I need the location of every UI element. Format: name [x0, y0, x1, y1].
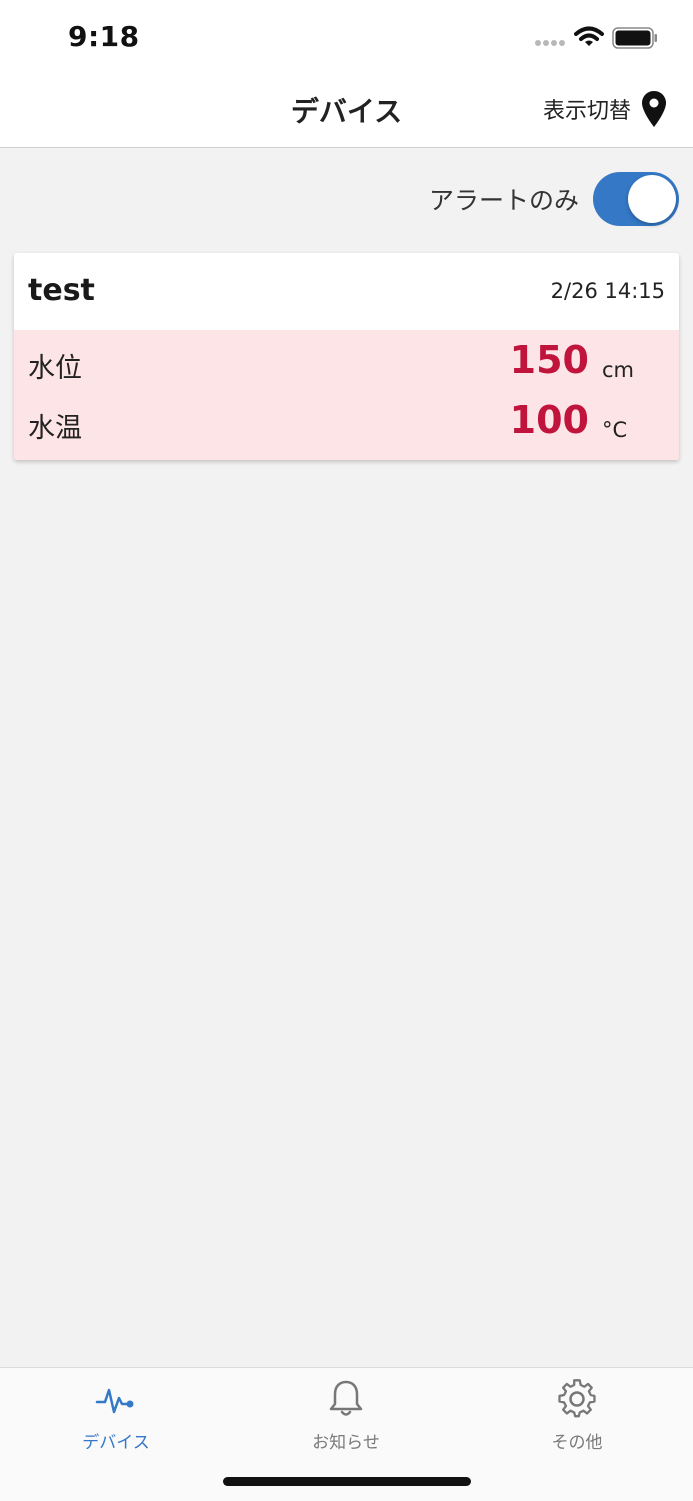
device-card[interactable]: test 2/26 14:15 水位 150 cm 水温 100 °C	[14, 253, 679, 460]
tab-label: デバイス	[82, 1433, 150, 1453]
wifi-icon	[574, 26, 604, 46]
map-pin-icon	[642, 91, 666, 127]
device-readings: 水位 150 cm 水温 100 °C	[14, 330, 679, 460]
reading-value: 100	[509, 398, 589, 442]
device-card-header: test 2/26 14:15	[14, 253, 679, 330]
toggle-knob	[628, 175, 676, 223]
tab-other[interactable]: その他	[497, 1378, 657, 1453]
reading-label: 水温	[28, 413, 82, 444]
reading-unit: °C	[602, 418, 628, 442]
tab-label: お知らせ	[312, 1433, 380, 1453]
device-timestamp: 2/26 14:15	[550, 279, 665, 303]
signal-icon	[535, 40, 565, 46]
alert-only-toggle[interactable]	[593, 172, 679, 226]
view-toggle-label: 表示切替	[542, 99, 631, 124]
view-toggle-button[interactable]: 表示切替	[543, 90, 667, 128]
tab-devices[interactable]: デバイス	[36, 1378, 196, 1453]
reading-row-water-level: 水位 150 cm	[14, 334, 679, 394]
tab-label: その他	[551, 1433, 603, 1453]
tab-notifications[interactable]: お知らせ	[266, 1378, 426, 1453]
pulse-icon	[95, 1388, 134, 1414]
nav-bar: デバイス 表示切替	[0, 76, 693, 148]
reading-value: 150	[509, 338, 589, 382]
status-bar: 9:18	[0, 0, 693, 76]
status-time: 9:18	[68, 20, 140, 53]
alert-filter-row: アラートのみ	[429, 172, 679, 226]
battery-icon	[612, 27, 657, 49]
bell-icon	[329, 1380, 363, 1416]
device-name: test	[28, 273, 95, 308]
gear-icon	[558, 1379, 596, 1418]
reading-label: 水位	[28, 353, 82, 384]
reading-row-water-temperature: 水温 100 °C	[14, 394, 679, 454]
reading-unit: cm	[602, 358, 635, 382]
alert-filter-label: アラートのみ	[428, 186, 579, 215]
home-indicator	[223, 1477, 471, 1486]
